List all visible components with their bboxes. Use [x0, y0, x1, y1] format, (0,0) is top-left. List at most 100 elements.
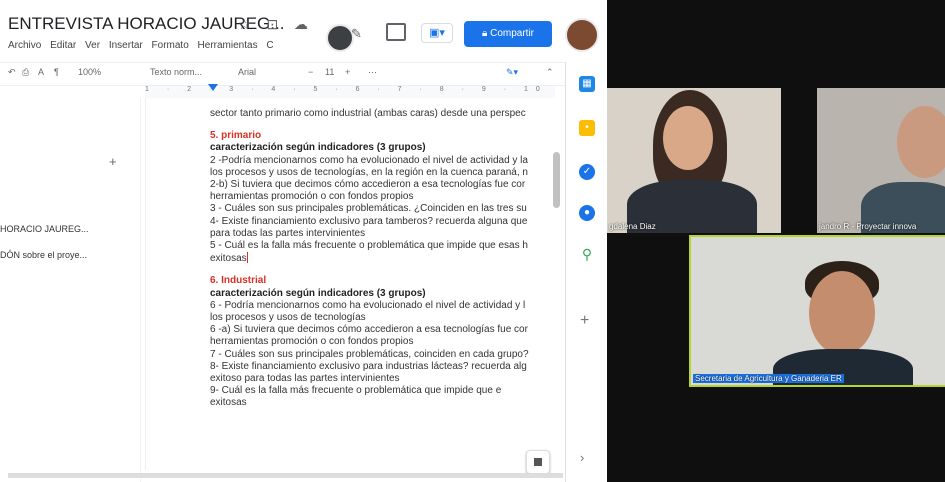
document-line[interactable]: 2-b) Si tuviera que decimos cómo accedie… — [210, 179, 556, 191]
line-text: exitosas — [210, 397, 247, 409]
line-text: 8- Existe financiamiento exclusivo para … — [210, 360, 527, 372]
font-size-value[interactable]: 11 — [325, 67, 334, 77]
expand-panel-icon[interactable]: › — [580, 450, 584, 465]
menu-herramientas[interactable]: Herramientas — [198, 40, 258, 51]
document-line[interactable]: caracterización según indicadores (3 gru… — [210, 288, 556, 300]
participant-name: Secretaria de Agricultura y Ganaderia ER — [693, 374, 844, 383]
meet-present-icon[interactable]: ▣▾ — [421, 23, 453, 43]
keep-icon[interactable]: • — [579, 120, 595, 136]
participant-tile[interactable]: jandro R - Proyectar innova — [817, 88, 945, 233]
document-line[interactable]: 2 -Podría mencionarnos como ha evolucion… — [210, 155, 556, 167]
video-call-window: gdalena Diaz jandro R - Proyectar innova… — [607, 0, 945, 482]
lock-icon: 🔒︎ — [481, 28, 491, 39]
line-text: exitosas — [210, 253, 247, 265]
line-text: sector tanto primario como industrial (a… — [210, 108, 526, 119]
line-text: 9- Cuál es la falla más frecuente o prob… — [210, 385, 502, 397]
menu-formato[interactable]: Formato — [152, 40, 189, 51]
user-avatar[interactable] — [565, 18, 599, 52]
section-heading[interactable]: 5. primario — [210, 130, 556, 142]
docs-header: ENTREVISTA HORACIO JAUREG... ☆ ⊡ ☁ Archi… — [0, 0, 607, 62]
participant-tile[interactable]: gdalena Diaz — [607, 88, 781, 233]
menu-bar: Archivo Editar Ver Insertar Formato Herr… — [8, 40, 280, 51]
line-text: herramientas promoción o con fondos prop… — [210, 336, 414, 348]
participant-face — [897, 106, 945, 178]
horizontal-scrollbar[interactable] — [8, 473, 563, 478]
vertical-scrollbar[interactable] — [553, 152, 560, 208]
document-line[interactable]: exitosas — [210, 252, 556, 265]
zoom-select[interactable]: 100% — [78, 67, 101, 77]
document-line[interactable]: 5 - Cuál es la falla más frecuente o pro… — [210, 240, 556, 252]
edit-icon[interactable]: ✎ — [351, 26, 362, 42]
outline-item[interactable]: DÓN sobre el proye... — [0, 250, 87, 260]
contacts-icon[interactable]: ● — [579, 205, 595, 221]
document-line[interactable]: exitoso para todas las partes intervinie… — [210, 373, 556, 385]
active-speaker-tile[interactable]: Secretaria de Agricultura y Ganaderia ER — [689, 235, 945, 387]
add-summary-icon[interactable]: + — [109, 154, 117, 169]
section-heading[interactable]: 6. Industrial — [210, 275, 556, 287]
document-line[interactable]: caracterización según indicadores (3 gru… — [210, 142, 556, 154]
style-select[interactable]: Texto norm... — [150, 67, 202, 77]
print-icon[interactable]: ⎙ — [22, 67, 29, 78]
text-cursor — [246, 252, 248, 264]
menu-insertar[interactable]: Insertar — [109, 40, 143, 51]
document-line[interactable]: 8- Existe financiamiento exclusivo para … — [210, 361, 556, 373]
tasks-icon[interactable]: ✓ — [579, 164, 595, 180]
line-text: 6 - Podría mencionarnos como ha evolucio… — [210, 299, 526, 311]
document-page[interactable]: sector tanto primario como industrial (a… — [145, 98, 556, 470]
document-line[interactable]: los procesos y usos de tecnologías, en l… — [210, 167, 556, 179]
more-options-icon[interactable]: ⋯ — [368, 67, 377, 78]
document-outline: + HORACIO JAUREG... DÓN sobre el proye..… — [0, 98, 141, 482]
document-line[interactable]: exitosas — [210, 397, 556, 409]
participant-name: gdalena Diaz — [609, 222, 656, 231]
line-text: caracterización según indicadores (3 gru… — [210, 142, 426, 154]
font-size-decrease[interactable]: − — [308, 67, 313, 77]
line-text: los procesos y usos de tecnologías — [210, 312, 366, 324]
document-line[interactable]: 3 - Cuáles son sus principales problemát… — [210, 203, 556, 215]
document-line[interactable]: 7 - Cuáles son sus principales problemát… — [210, 349, 556, 361]
document-line[interactable]: herramientas promoción o con fondos prop… — [210, 336, 556, 348]
line-text: 3 - Cuáles son sus principales problemát… — [210, 203, 527, 215]
editing-mode-icon[interactable]: ✎▾ — [506, 67, 518, 78]
document-line[interactable]: 6 - Podría mencionarnos como ha evolucio… — [210, 300, 556, 312]
document-line[interactable]: 4- Existe financiamiento exclusivo para … — [210, 216, 556, 228]
participant-name: jandro R - Proyectar innova — [819, 222, 917, 231]
share-label: Compartir — [490, 28, 534, 39]
collaborator-avatar[interactable] — [326, 24, 354, 52]
outline-item[interactable]: HORACIO JAUREG... — [0, 224, 89, 234]
spellcheck-icon[interactable]: A — [38, 67, 44, 77]
document-line[interactable]: herramientas promoción o con fondos prop… — [210, 191, 556, 203]
side-panel: ▦ • ✓ ● ⚲ + › — [565, 62, 607, 482]
collapse-toolbar-icon[interactable]: ⌃ — [546, 67, 554, 78]
indent-marker[interactable] — [208, 84, 218, 91]
explore-button[interactable] — [526, 450, 550, 474]
line-text: 7 - Cuáles son sus principales problemát… — [210, 348, 529, 360]
calendar-icon[interactable]: ▦ — [579, 76, 595, 92]
star-move-cloud-icons[interactable]: ☆ ⊡ ☁ — [238, 16, 314, 33]
paint-format-icon[interactable]: ¶ — [54, 67, 59, 77]
line-text: 4- Existe financiamiento exclusivo para … — [210, 215, 528, 227]
font-select[interactable]: Arial — [238, 67, 256, 77]
comment-history-icon[interactable] — [386, 23, 406, 41]
document-line[interactable]: 9- Cuál es la falla más frecuente o prob… — [210, 385, 556, 397]
menu-ver[interactable]: Ver — [85, 40, 100, 51]
share-button[interactable]: 🔒︎ Compartir — [464, 21, 552, 47]
undo-icon[interactable]: ↶ — [8, 67, 16, 78]
formatting-toolbar: ↶ ⎙ A ¶ 100% Texto norm... Arial − 11 + … — [0, 62, 565, 86]
document-line[interactable]: los procesos y usos de tecnologías — [210, 312, 556, 324]
menu-archivo[interactable]: Archivo — [8, 40, 41, 51]
maps-icon[interactable]: ⚲ — [579, 246, 595, 262]
add-addon-icon[interactable]: + — [580, 312, 589, 330]
line-text: 5 - Cuál es la falla más frecuente o pro… — [210, 240, 528, 252]
document-line[interactable]: para todas las partes intervinientes — [210, 228, 556, 240]
line-text: herramientas promoción o con fondos prop… — [210, 191, 414, 203]
participant-face — [809, 271, 875, 355]
google-docs-window: ENTREVISTA HORACIO JAUREG... ☆ ⊡ ☁ Archi… — [0, 0, 607, 482]
document-line[interactable]: 6 -a) Si tuviera que decimos cómo accedi… — [210, 324, 556, 336]
document-line[interactable]: sector tanto primario como industrial (a… — [210, 108, 556, 120]
menu-complementos[interactable]: C — [266, 40, 273, 51]
font-size-increase[interactable]: + — [345, 67, 350, 77]
document-body[interactable]: sector tanto primario como industrial (a… — [210, 108, 556, 410]
menu-editar[interactable]: Editar — [50, 40, 76, 51]
line-text: exitoso para todas las partes intervinie… — [210, 373, 400, 385]
line-text: 2-b) Si tuviera que decimos cómo accedie… — [210, 179, 526, 191]
